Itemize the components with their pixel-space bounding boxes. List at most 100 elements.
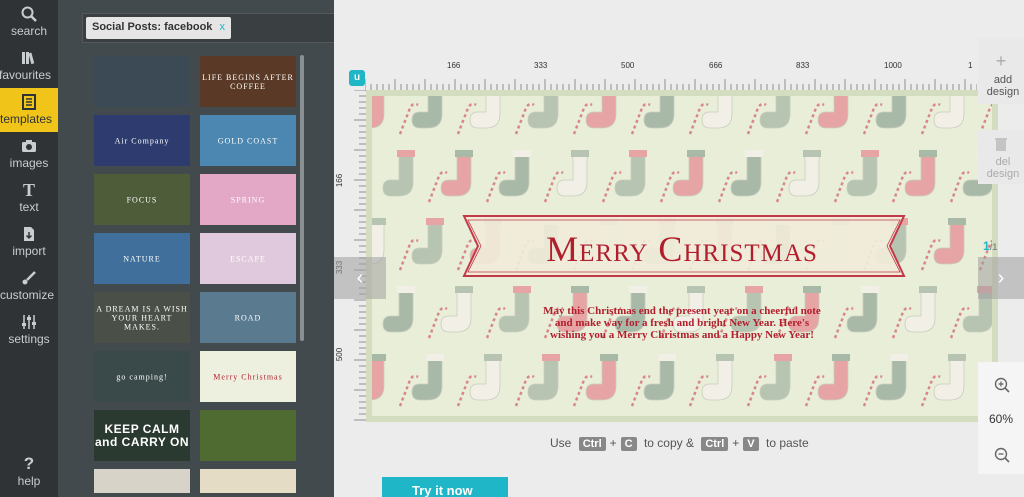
thumbnail-text: FOCUS	[126, 195, 158, 204]
rail-item-label: templates	[0, 112, 53, 126]
brush-icon	[22, 271, 36, 285]
v-key: V	[743, 437, 759, 451]
delete-design-button[interactable]: del design	[978, 130, 1024, 184]
thumbnail-text: NATURE	[123, 254, 161, 263]
template-thumbnail[interactable]: LIFE BEGINS AFTER COFFEE	[200, 56, 296, 107]
template-thumbnail[interactable]: SPRING	[200, 174, 296, 225]
ctrl-key: Ctrl	[701, 437, 729, 451]
rail-item-settings[interactable]: settings	[0, 308, 58, 352]
hint-text: to copy &	[643, 436, 694, 450]
thumbnail-text: SPRING	[230, 195, 266, 204]
rail-item-label: search	[10, 24, 48, 38]
zoom-controls: 60%	[978, 362, 1024, 474]
ruler-label: 1000	[884, 61, 902, 70]
ctrl-key: Ctrl	[578, 437, 606, 451]
thumbnail-text: LIFE BEGINS AFTER COFFEE	[202, 72, 294, 91]
hint-plus: +	[732, 436, 740, 450]
text-icon: T	[22, 180, 35, 200]
next-page-button[interactable]: ›	[978, 257, 1024, 299]
template-thumbnail[interactable]: FOCUS	[94, 174, 190, 225]
camera-icon	[22, 140, 36, 152]
close-icon[interactable]: x	[219, 21, 225, 33]
ruler-label: 833	[796, 61, 810, 70]
template-thumbnail[interactable]: A DREAM IS A WISH YOUR HEART MAKES.	[94, 292, 190, 343]
thumbnail-text: go camping!	[116, 372, 168, 381]
template-thumbnail[interactable]	[200, 469, 296, 493]
import-icon	[24, 227, 34, 241]
rail-item-label: text	[19, 200, 39, 214]
thumbnail-text: KEEP CALM and CARRY ON	[94, 421, 189, 449]
rail-item-label: import	[12, 244, 46, 258]
rail-item-text[interactable]: T text	[0, 176, 58, 220]
ruler-label: 166	[447, 61, 461, 70]
template-thumbnail[interactable]: GOLD COAST	[200, 115, 296, 166]
template-thumbnail[interactable]: KEEP CALM and CARRY ON	[94, 410, 190, 461]
rail-item-label: favourites	[0, 68, 52, 82]
rail-item-favourites[interactable]: favourites	[0, 44, 58, 88]
template-thumbnail[interactable]: go camping!	[94, 351, 190, 402]
filter-chip[interactable]: Social Posts: facebook x	[86, 17, 231, 39]
delete-design-label: del design	[986, 156, 1020, 180]
rail-item-import[interactable]: import	[0, 220, 58, 264]
prev-page-button[interactable]: ‹	[334, 257, 386, 299]
design-message[interactable]: May this Christmas end the present year …	[372, 305, 992, 341]
thumbnail-text: ESCAPE	[230, 254, 266, 263]
message-line: wishing you a Merry Christmas and a Happ…	[550, 329, 814, 341]
template-thumbnail[interactable]: ESCAPE	[200, 233, 296, 284]
zoom-out-icon[interactable]	[993, 446, 1011, 464]
template-thumbnail[interactable]	[94, 56, 190, 107]
ruler-label: 166	[335, 173, 345, 188]
rail-item-templates[interactable]: templates	[0, 88, 67, 132]
search-icon	[21, 6, 37, 22]
filter-chip-label: Social Posts: facebook	[92, 21, 213, 33]
hint-text: to paste	[765, 436, 809, 450]
message-line: and make way for a fresh and bright New …	[554, 317, 810, 329]
cta-label: Try it now	[412, 483, 473, 497]
plus-icon: +	[995, 51, 1007, 71]
rail-item-label: customize	[0, 288, 55, 302]
template-thumbnail[interactable]: ROAD	[200, 292, 296, 343]
zoom-level: 60%	[988, 412, 1014, 426]
brand-logo-icon: u	[349, 70, 365, 86]
template-thumbnail[interactable]: NATURE	[94, 233, 190, 284]
thumbnail-text: Merry Christmas	[213, 372, 283, 381]
page-current: 1	[983, 239, 990, 253]
rail-item-search[interactable]: search	[0, 0, 58, 44]
sliders-icon	[22, 315, 36, 329]
hint-text: Use	[550, 436, 572, 450]
add-design-label: add design	[986, 74, 1020, 98]
ruler-label: 333	[534, 61, 548, 70]
page-counter: 1/1	[983, 239, 997, 253]
ruler-label: 500	[335, 347, 345, 362]
add-design-button[interactable]: + add design	[978, 38, 1024, 104]
left-rail: search favourites templates images T tex…	[0, 0, 67, 497]
rail-item-help[interactable]: ? help	[0, 450, 58, 494]
template-thumbnail[interactable]	[94, 469, 190, 493]
help-icon: ?	[23, 454, 35, 473]
trash-icon	[995, 138, 1007, 151]
try-it-now-button[interactable]: Try it now	[382, 477, 508, 497]
panel-scrollbar[interactable]	[300, 55, 304, 341]
hint-plus: +	[609, 436, 617, 450]
rail-item-customize[interactable]: customize	[0, 264, 58, 308]
zoom-in-icon[interactable]	[993, 376, 1011, 394]
template-thumbnail[interactable]	[200, 410, 296, 461]
thumbnail-text: GOLD COAST	[217, 136, 279, 145]
thumbnail-text: A DREAM IS A WISH YOUR HEART MAKES.	[96, 304, 188, 331]
rail-item-images[interactable]: images	[0, 132, 58, 176]
ruler-label: 1	[968, 61, 973, 70]
rail-item-label: help	[17, 474, 41, 488]
design-canvas[interactable]: Merry Christmas May this Christmas end t…	[366, 90, 998, 422]
ruler-label: 500	[621, 61, 635, 70]
copy-paste-hint: Use Ctrl + C to copy & Ctrl + V to paste	[550, 436, 809, 451]
template-thumbnail[interactable]: Merry Christmas	[200, 351, 296, 402]
ruler-vertical	[354, 90, 366, 421]
template-thumbnail[interactable]: Air Company	[94, 115, 190, 166]
thumbnail-text: ROAD	[234, 313, 262, 322]
rail-item-label: images	[9, 156, 49, 170]
design-title[interactable]: Merry Christmas	[372, 228, 992, 270]
message-line: May this Christmas end the present year …	[543, 305, 821, 317]
ruler-label: 666	[709, 61, 723, 70]
chevron-left-icon: ‹	[356, 267, 364, 289]
books-icon	[22, 52, 35, 65]
